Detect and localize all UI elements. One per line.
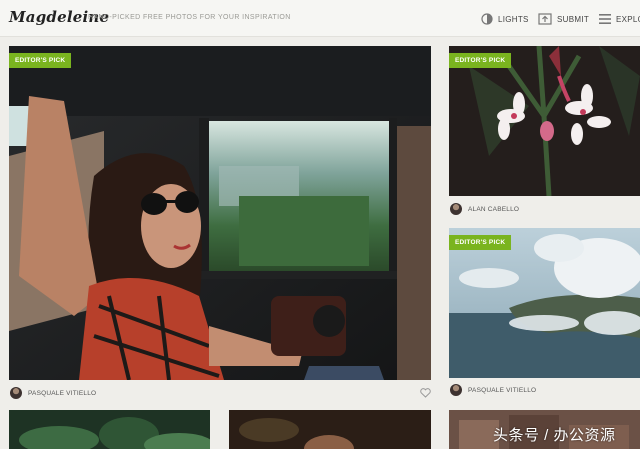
hamburger-menu-icon	[599, 14, 611, 24]
editors-pick-badge: EDITOR'S PICK	[449, 53, 512, 68]
photo-credit-flowers[interactable]: ALAN CABELLO	[450, 202, 519, 216]
author-avatar	[450, 384, 462, 396]
photo-card-aerial-landscape[interactable]: EDITOR'S PICK	[449, 228, 640, 378]
author-name: PASQUALE VITIELLO	[28, 389, 97, 397]
photo-card-flowers[interactable]: EDITOR'S PICK	[449, 46, 640, 196]
lights-toggle[interactable]: LIGHTS	[481, 11, 529, 27]
submit-label: SUBMIT	[557, 14, 590, 24]
photo-credit-landscape[interactable]: PASQUALE VITIELLO	[450, 383, 536, 397]
photo-dark-portrait	[229, 410, 431, 449]
author-name: ALAN CABELLO	[468, 205, 520, 213]
explore-label: EXPLO	[616, 14, 640, 24]
photo-aerial-lake-clouds	[449, 228, 640, 378]
photo-woman-in-car	[9, 46, 431, 380]
photo-card-leaves[interactable]	[9, 410, 210, 449]
site-tagline: HAND-PICKED FREE PHOTOS FOR YOUR INSPIRA…	[88, 14, 291, 21]
author-avatar	[450, 203, 462, 215]
heart-icon[interactable]	[420, 388, 431, 398]
top-navigation-bar: Magdeleine HAND-PICKED FREE PHOTOS FOR Y…	[0, 0, 640, 37]
watermark-text: 头条号 / 办公资源	[493, 427, 616, 444]
lights-icon	[481, 13, 493, 25]
author-name: PASQUALE VITIELLO	[468, 386, 537, 394]
lights-label: LIGHTS	[498, 14, 529, 24]
submit-link[interactable]: SUBMIT	[538, 11, 589, 27]
photo-green-leaves	[9, 410, 210, 449]
photo-card-woman-in-car[interactable]: EDITOR'S PICK	[9, 46, 431, 380]
editors-pick-badge: EDITOR'S PICK	[9, 53, 72, 68]
photo-credit-main[interactable]: PASQUALE VITIELLO	[10, 386, 96, 400]
explore-menu[interactable]: EXPLO	[599, 11, 640, 27]
upload-icon	[538, 13, 552, 25]
photo-card-portrait[interactable]	[229, 410, 431, 449]
editors-pick-badge: EDITOR'S PICK	[449, 235, 512, 250]
photo-white-flowers	[449, 46, 640, 196]
author-avatar	[10, 387, 22, 399]
